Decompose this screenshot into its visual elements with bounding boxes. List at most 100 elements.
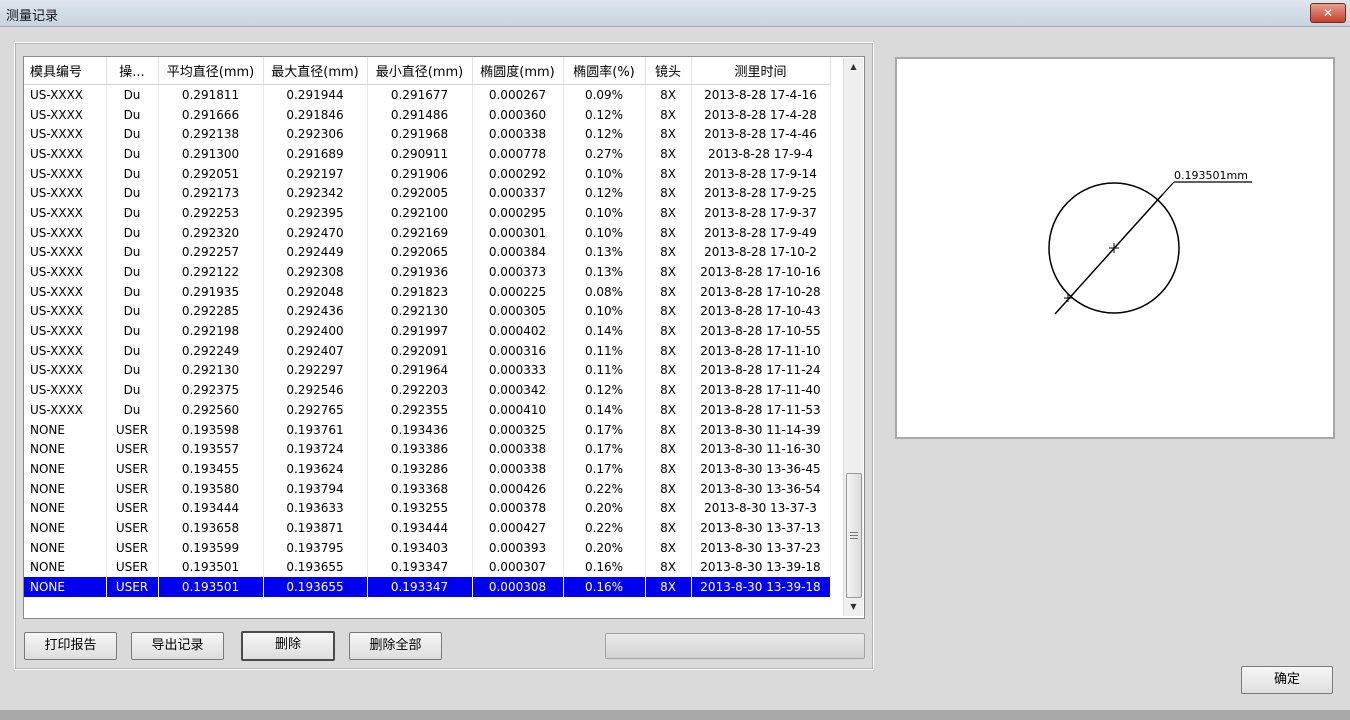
table-row[interactable]: US-XXXX Du 0.292249 0.292407 0.292091 0.00031… [24, 340, 831, 361]
table-row[interactable]: US-XXXX Du 0.292130 0.292297 0.291964 0.00033… [24, 360, 831, 381]
table-row[interactable]: NONE USER 0.193444 0.193633 0.193255 0.000378… [24, 498, 831, 519]
cell-min-diameter: 0.290911 [367, 144, 473, 164]
table-row[interactable]: NONE USER 0.193501 0.193655 0.193347 0.000307… [24, 557, 831, 578]
column-header-avg-diameter[interactable]: 平均直径(mm) [158, 57, 264, 85]
cell-operator: Du [106, 222, 159, 243]
cell-ovality: 0.000338 [472, 459, 564, 479]
column-header-max-diameter[interactable]: 最大直径(mm) [263, 57, 368, 85]
cell-avg-diameter: 0.193598 [158, 419, 264, 440]
cell-ovality: 0.000267 [472, 84, 564, 105]
cell-measure-time: 2013-8-28 17-11-10 [691, 340, 831, 361]
title-bar: 测量记录 ✕ [0, 0, 1350, 27]
delete-button[interactable]: 删除 [241, 631, 335, 661]
column-header-lens[interactable]: 镜头 [645, 57, 692, 85]
cell-ovality: 0.000316 [472, 340, 564, 361]
cell-measure-time: 2013-8-28 17-9-4 [691, 144, 831, 164]
cell-avg-diameter: 0.291811 [158, 84, 264, 105]
cell-measure-time: 2013-8-28 17-4-16 [691, 84, 831, 105]
table-row[interactable]: NONE USER 0.193557 0.193724 0.193386 0.000338… [24, 439, 831, 460]
cell-avg-diameter: 0.292253 [158, 203, 264, 223]
cell-lens: 8X [645, 340, 692, 361]
cell-mold-id: US-XXXX [24, 84, 107, 105]
table-row[interactable]: US-XXXX Du 0.292560 0.292765 0.292355 0.00041… [24, 400, 831, 420]
column-header-mold-id[interactable]: 模具编号 [24, 57, 107, 85]
cell-lens: 8X [645, 419, 692, 440]
cell-mold-id: US-XXXX [24, 144, 107, 164]
cell-avg-diameter: 0.292051 [158, 163, 264, 184]
table-row[interactable]: US-XXXX Du 0.292253 0.292395 0.292100 0.00029… [24, 203, 831, 223]
cell-max-diameter: 0.291846 [263, 104, 368, 125]
cell-max-diameter: 0.193794 [263, 478, 368, 499]
cell-operator: USER [106, 459, 159, 479]
cell-ovality: 0.000426 [472, 478, 564, 499]
cell-ovality-rate: 0.13% [563, 242, 646, 263]
table-row[interactable]: US-XXXX Du 0.292375 0.292546 0.292203 0.00034… [24, 380, 831, 400]
cell-avg-diameter: 0.292375 [158, 380, 264, 400]
cell-min-diameter: 0.193347 [367, 557, 473, 578]
cell-mold-id: US-XXXX [24, 321, 107, 341]
table-row[interactable]: US-XXXX Du 0.292198 0.292400 0.291997 0.00040… [24, 321, 831, 341]
table-row[interactable]: US-XXXX Du 0.292257 0.292449 0.292065 0.00038… [24, 242, 831, 263]
table-row[interactable]: NONE USER 0.193455 0.193624 0.193286 0.000338… [24, 459, 831, 479]
cell-max-diameter: 0.292470 [263, 222, 368, 243]
table-row[interactable]: US-XXXX Du 0.291666 0.291846 0.291486 0.00036… [24, 104, 831, 125]
table-row[interactable]: US-XXXX Du 0.292051 0.292197 0.291906 0.00029… [24, 163, 831, 184]
cell-measure-time: 2013-8-28 17-11-53 [691, 400, 831, 420]
cell-max-diameter: 0.193633 [263, 498, 368, 519]
column-header-operator[interactable]: 操... [106, 57, 159, 85]
column-header-min-diameter[interactable]: 最小直径(mm) [367, 57, 473, 85]
scroll-down-arrow-icon[interactable]: ▼ [844, 598, 863, 615]
close-icon: ✕ [1322, 6, 1334, 20]
cell-ovality-rate: 0.11% [563, 340, 646, 361]
print-report-button[interactable]: 打印报告 [24, 632, 117, 660]
table-row[interactable]: NONE USER 0.193598 0.193761 0.193436 0.000325… [24, 419, 831, 440]
cell-lens: 8X [645, 478, 692, 499]
cell-measure-time: 2013-8-30 13-36-54 [691, 478, 831, 499]
list-vertical-scrollbar[interactable]: ▲ ▼ [843, 58, 863, 616]
close-button[interactable]: ✕ [1310, 3, 1346, 23]
scroll-up-arrow-icon[interactable]: ▲ [844, 58, 863, 75]
table-row[interactable]: US-XXXX Du 0.292138 0.292306 0.291968 0.00033… [24, 124, 831, 145]
window-title: 测量记录 [6, 9, 59, 24]
cell-avg-diameter: 0.291666 [158, 104, 264, 125]
cell-mold-id: US-XXXX [24, 301, 107, 322]
table-row[interactable]: NONE USER 0.193580 0.193794 0.193368 0.000426… [24, 478, 831, 499]
table-row-selected[interactable]: NONE USER 0.193501 0.193655 0.193347 0.000308… [24, 577, 831, 597]
cell-operator: Du [106, 144, 159, 164]
scrollbar-thumb[interactable] [846, 473, 862, 598]
column-header-ovality[interactable]: 椭圆度(mm) [472, 57, 564, 85]
table-row[interactable]: US-XXXX Du 0.291935 0.292048 0.291823 0.00022… [24, 281, 831, 302]
table-row[interactable]: US-XXXX Du 0.291300 0.291689 0.290911 0.00077… [24, 144, 831, 164]
table-row[interactable]: US-XXXX Du 0.292173 0.292342 0.292005 0.00033… [24, 183, 831, 204]
cell-ovality-rate: 0.11% [563, 360, 646, 381]
table-row[interactable]: NONE USER 0.193658 0.193871 0.193444 0.000427… [24, 518, 831, 538]
measurement-preview-panel: 0.193501mm [895, 57, 1335, 439]
cell-lens: 8X [645, 222, 692, 243]
diameter-label: 0.193501mm [1174, 169, 1248, 182]
table-row[interactable]: US-XXXX Du 0.292122 0.292308 0.291936 0.00037… [24, 262, 831, 282]
cell-mold-id: US-XXXX [24, 360, 107, 381]
cell-ovality: 0.000384 [472, 242, 564, 263]
ok-button[interactable]: 确定 [1241, 666, 1333, 694]
export-records-button[interactable]: 导出记录 [131, 632, 224, 660]
cell-mold-id: US-XXXX [24, 340, 107, 361]
column-header-ovality-rate[interactable]: 椭圆率(%) [563, 57, 646, 85]
table-row[interactable]: US-XXXX Du 0.291811 0.291944 0.291677 0.00026… [24, 84, 831, 105]
records-list[interactable]: 模具编号 操... 平均直径(mm) 最大直径(mm) 最小直径(mm) 椭圆度… [23, 56, 865, 619]
cell-mold-id: US-XXXX [24, 124, 107, 145]
cell-operator: USER [106, 439, 159, 460]
cell-avg-diameter: 0.193557 [158, 439, 264, 460]
cell-min-diameter: 0.292355 [367, 400, 473, 420]
table-row[interactable]: NONE USER 0.193599 0.193795 0.193403 0.000393… [24, 537, 831, 558]
table-row[interactable]: US-XXXX Du 0.292320 0.292470 0.292169 0.00030… [24, 222, 831, 243]
table-row[interactable]: US-XXXX Du 0.292285 0.292436 0.292130 0.00030… [24, 301, 831, 322]
cell-lens: 8X [645, 84, 692, 105]
column-header-measure-time[interactable]: 测里时间 [691, 57, 831, 85]
cell-operator: USER [106, 537, 159, 558]
cell-operator: USER [106, 419, 159, 440]
cell-measure-time: 2013-8-30 13-37-3 [691, 498, 831, 519]
cell-measure-time: 2013-8-28 17-9-25 [691, 183, 831, 204]
cell-ovality: 0.000410 [472, 400, 564, 420]
delete-all-button[interactable]: 删除全部 [349, 632, 442, 660]
cell-measure-time: 2013-8-28 17-4-28 [691, 104, 831, 125]
